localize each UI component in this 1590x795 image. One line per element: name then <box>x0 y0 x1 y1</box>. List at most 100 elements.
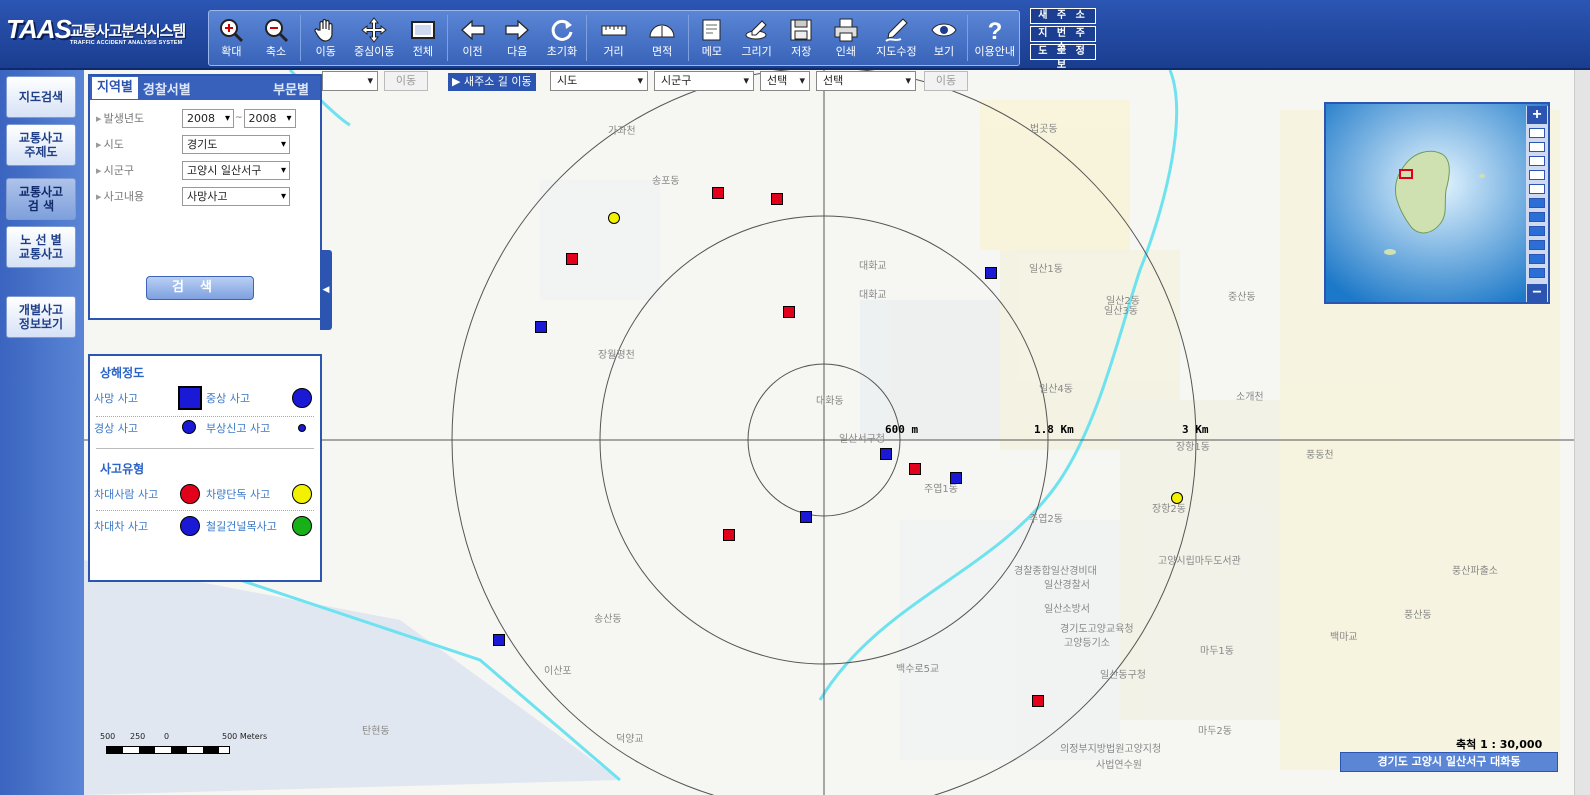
zoom-level-step[interactable] <box>1529 212 1545 222</box>
panel-collapse-handle[interactable]: ◀ <box>320 250 332 330</box>
zoom-level-step[interactable] <box>1529 142 1545 152</box>
map-label: 중산동 <box>1228 292 1256 303</box>
accident-marker-yellow[interactable] <box>608 212 620 224</box>
overview-map[interactable] <box>1324 102 1550 304</box>
new-address-button[interactable]: 새 주 소 <box>1030 8 1096 24</box>
memo-icon <box>702 19 721 41</box>
search-tabs: 지역별 경찰서별 부문별 <box>90 76 320 100</box>
road-sigungu-select[interactable]: 시군구 <box>654 71 754 91</box>
accident-marker-blue[interactable] <box>800 511 812 523</box>
view-button[interactable]: 보기 <box>923 11 966 65</box>
legend-divider <box>96 416 314 417</box>
tab-sector[interactable]: 부문별 <box>268 79 314 98</box>
accident-marker-blue[interactable] <box>880 448 892 460</box>
reset-label: 초기화 <box>546 45 578 58</box>
legend-divider <box>96 510 314 511</box>
zoom-level-step[interactable] <box>1529 268 1545 278</box>
print-button[interactable]: 인쇄 <box>822 11 871 65</box>
nav-map-search-label: 지도검색 <box>18 90 64 104</box>
content-select[interactable]: 사망사고 <box>182 186 290 206</box>
map-edit-button[interactable]: 지도수정 <box>870 11 922 65</box>
accident-marker-red[interactable] <box>771 193 783 205</box>
legend-divider <box>96 448 314 449</box>
accident-marker-blue[interactable] <box>535 321 547 333</box>
tab-police-station[interactable]: 경찰서별 <box>138 79 196 98</box>
zoom-level-step[interactable] <box>1529 240 1545 250</box>
road-sido-select[interactable]: 시도 <box>550 71 648 91</box>
save-button[interactable]: 저장 <box>781 11 822 65</box>
map-label: 가좌천 <box>608 126 636 137</box>
nav-individual-accident-info[interactable]: 개별사고 정보보기 <box>6 296 76 338</box>
map-label: 덕양교 <box>616 734 644 745</box>
accident-marker-red[interactable] <box>723 529 735 541</box>
accident-marker-blue[interactable] <box>493 634 505 646</box>
accident-marker-red[interactable] <box>783 306 795 318</box>
accident-marker-red[interactable] <box>1032 695 1044 707</box>
legend-injury-dot-icon <box>298 424 306 432</box>
year-label: 발생년도 <box>96 110 182 126</box>
zoom-in-button[interactable]: 확대 <box>209 11 254 65</box>
accident-marker-red[interactable] <box>566 253 578 265</box>
sido-label: 시도 <box>96 136 182 152</box>
road-info-button[interactable]: 도 로 정 보 <box>1030 44 1096 71</box>
pan-button[interactable]: 이동 <box>303 11 348 65</box>
map-label: 일산소방서 <box>1044 604 1090 615</box>
toolbar-divider <box>967 15 969 61</box>
sido-select[interactable]: 경기도 <box>182 134 290 154</box>
help-button[interactable]: ? 이용안내 <box>970 11 1019 65</box>
toolbar-divider <box>447 15 449 61</box>
content-row: 사고내용 사망사고 <box>96 186 290 206</box>
distance-button[interactable]: 거리 <box>589 11 638 65</box>
road-select-2[interactable]: 선택 <box>816 71 916 91</box>
zoom-level-step[interactable] <box>1529 254 1545 264</box>
tab-region[interactable]: 지역별 <box>92 77 138 99</box>
address-select-partial[interactable] <box>322 71 378 91</box>
nav-accident-thematic-map[interactable]: 교통사고 주제도 <box>6 124 76 166</box>
ring-label-600m: 600 m <box>885 423 919 436</box>
memo-button[interactable]: 메모 <box>691 11 732 65</box>
zoom-out-button[interactable]: 축소 <box>254 11 299 65</box>
accident-marker-red[interactable] <box>712 187 724 199</box>
eye-icon <box>931 23 957 37</box>
zoom-level-step[interactable] <box>1529 226 1545 236</box>
korea-peninsula-overview <box>1326 104 1548 302</box>
lot-address-button[interactable]: 지 번 주 소 <box>1030 26 1096 53</box>
full-extent-button[interactable]: 전체 <box>401 11 446 65</box>
taas-app: TAAS 교통사고분석시스템 TRAFFIC ACCIDENT ANALYSIS… <box>0 0 1590 795</box>
search-button[interactable]: 검색 <box>146 276 254 300</box>
zoom-level-step[interactable] <box>1529 128 1545 138</box>
road-select-1[interactable]: 선택 <box>760 71 810 91</box>
center-move-button[interactable]: 중심이동 <box>348 11 400 65</box>
taas-logo[interactable]: TAAS 교통사고분석시스템 TRAFFIC ACCIDENT ANALYSIS… <box>6 14 196 54</box>
accident-search-panel: 지역별 경찰서별 부문별 발생년도 2008 ~ 2008 시도 경기도 시군구… <box>88 74 322 320</box>
sigungu-label: 시군구 <box>96 162 182 178</box>
previous-button[interactable]: 이전 <box>450 11 495 65</box>
sigungu-select[interactable]: 고양시 일산서구 <box>182 160 290 180</box>
nav-route-accidents[interactable]: 노 선 별 교통사고 <box>6 226 76 268</box>
right-scrollbar[interactable] <box>1574 70 1590 795</box>
nav-map-search[interactable]: 지도검색 <box>6 76 76 118</box>
map-label: 이산포 <box>544 666 572 677</box>
zoom-level-step[interactable] <box>1529 156 1545 166</box>
accident-marker-red[interactable] <box>909 463 921 475</box>
zoom-level-step[interactable] <box>1529 170 1545 180</box>
year-to-select[interactable]: 2008 <box>243 108 296 128</box>
content-label: 사고내용 <box>96 188 182 204</box>
zoom-plus-button[interactable]: + <box>1527 106 1547 124</box>
nav-accident-search[interactable]: 교통사고 검 색 <box>6 178 76 220</box>
reset-button[interactable]: 초기화 <box>540 11 585 65</box>
address-move-button[interactable]: 이동 <box>384 71 428 91</box>
road-move-button[interactable]: 이동 <box>924 71 968 91</box>
area-button[interactable]: 면적 <box>638 11 687 65</box>
zoom-level-step[interactable] <box>1529 184 1545 194</box>
next-button[interactable]: 다음 <box>495 11 540 65</box>
arrow-right-icon <box>505 19 530 41</box>
zoom-level-step[interactable] <box>1529 198 1545 208</box>
zoom-minus-button[interactable]: − <box>1527 284 1547 302</box>
year-from-select[interactable]: 2008 <box>182 108 234 128</box>
logo-korean-text: 교통사고분석시스템 <box>70 22 186 40</box>
map-label: 소개천 <box>1236 392 1264 403</box>
full-extent-icon <box>410 21 435 39</box>
accident-marker-blue[interactable] <box>985 267 997 279</box>
draw-button[interactable]: 그리기 <box>732 11 781 65</box>
